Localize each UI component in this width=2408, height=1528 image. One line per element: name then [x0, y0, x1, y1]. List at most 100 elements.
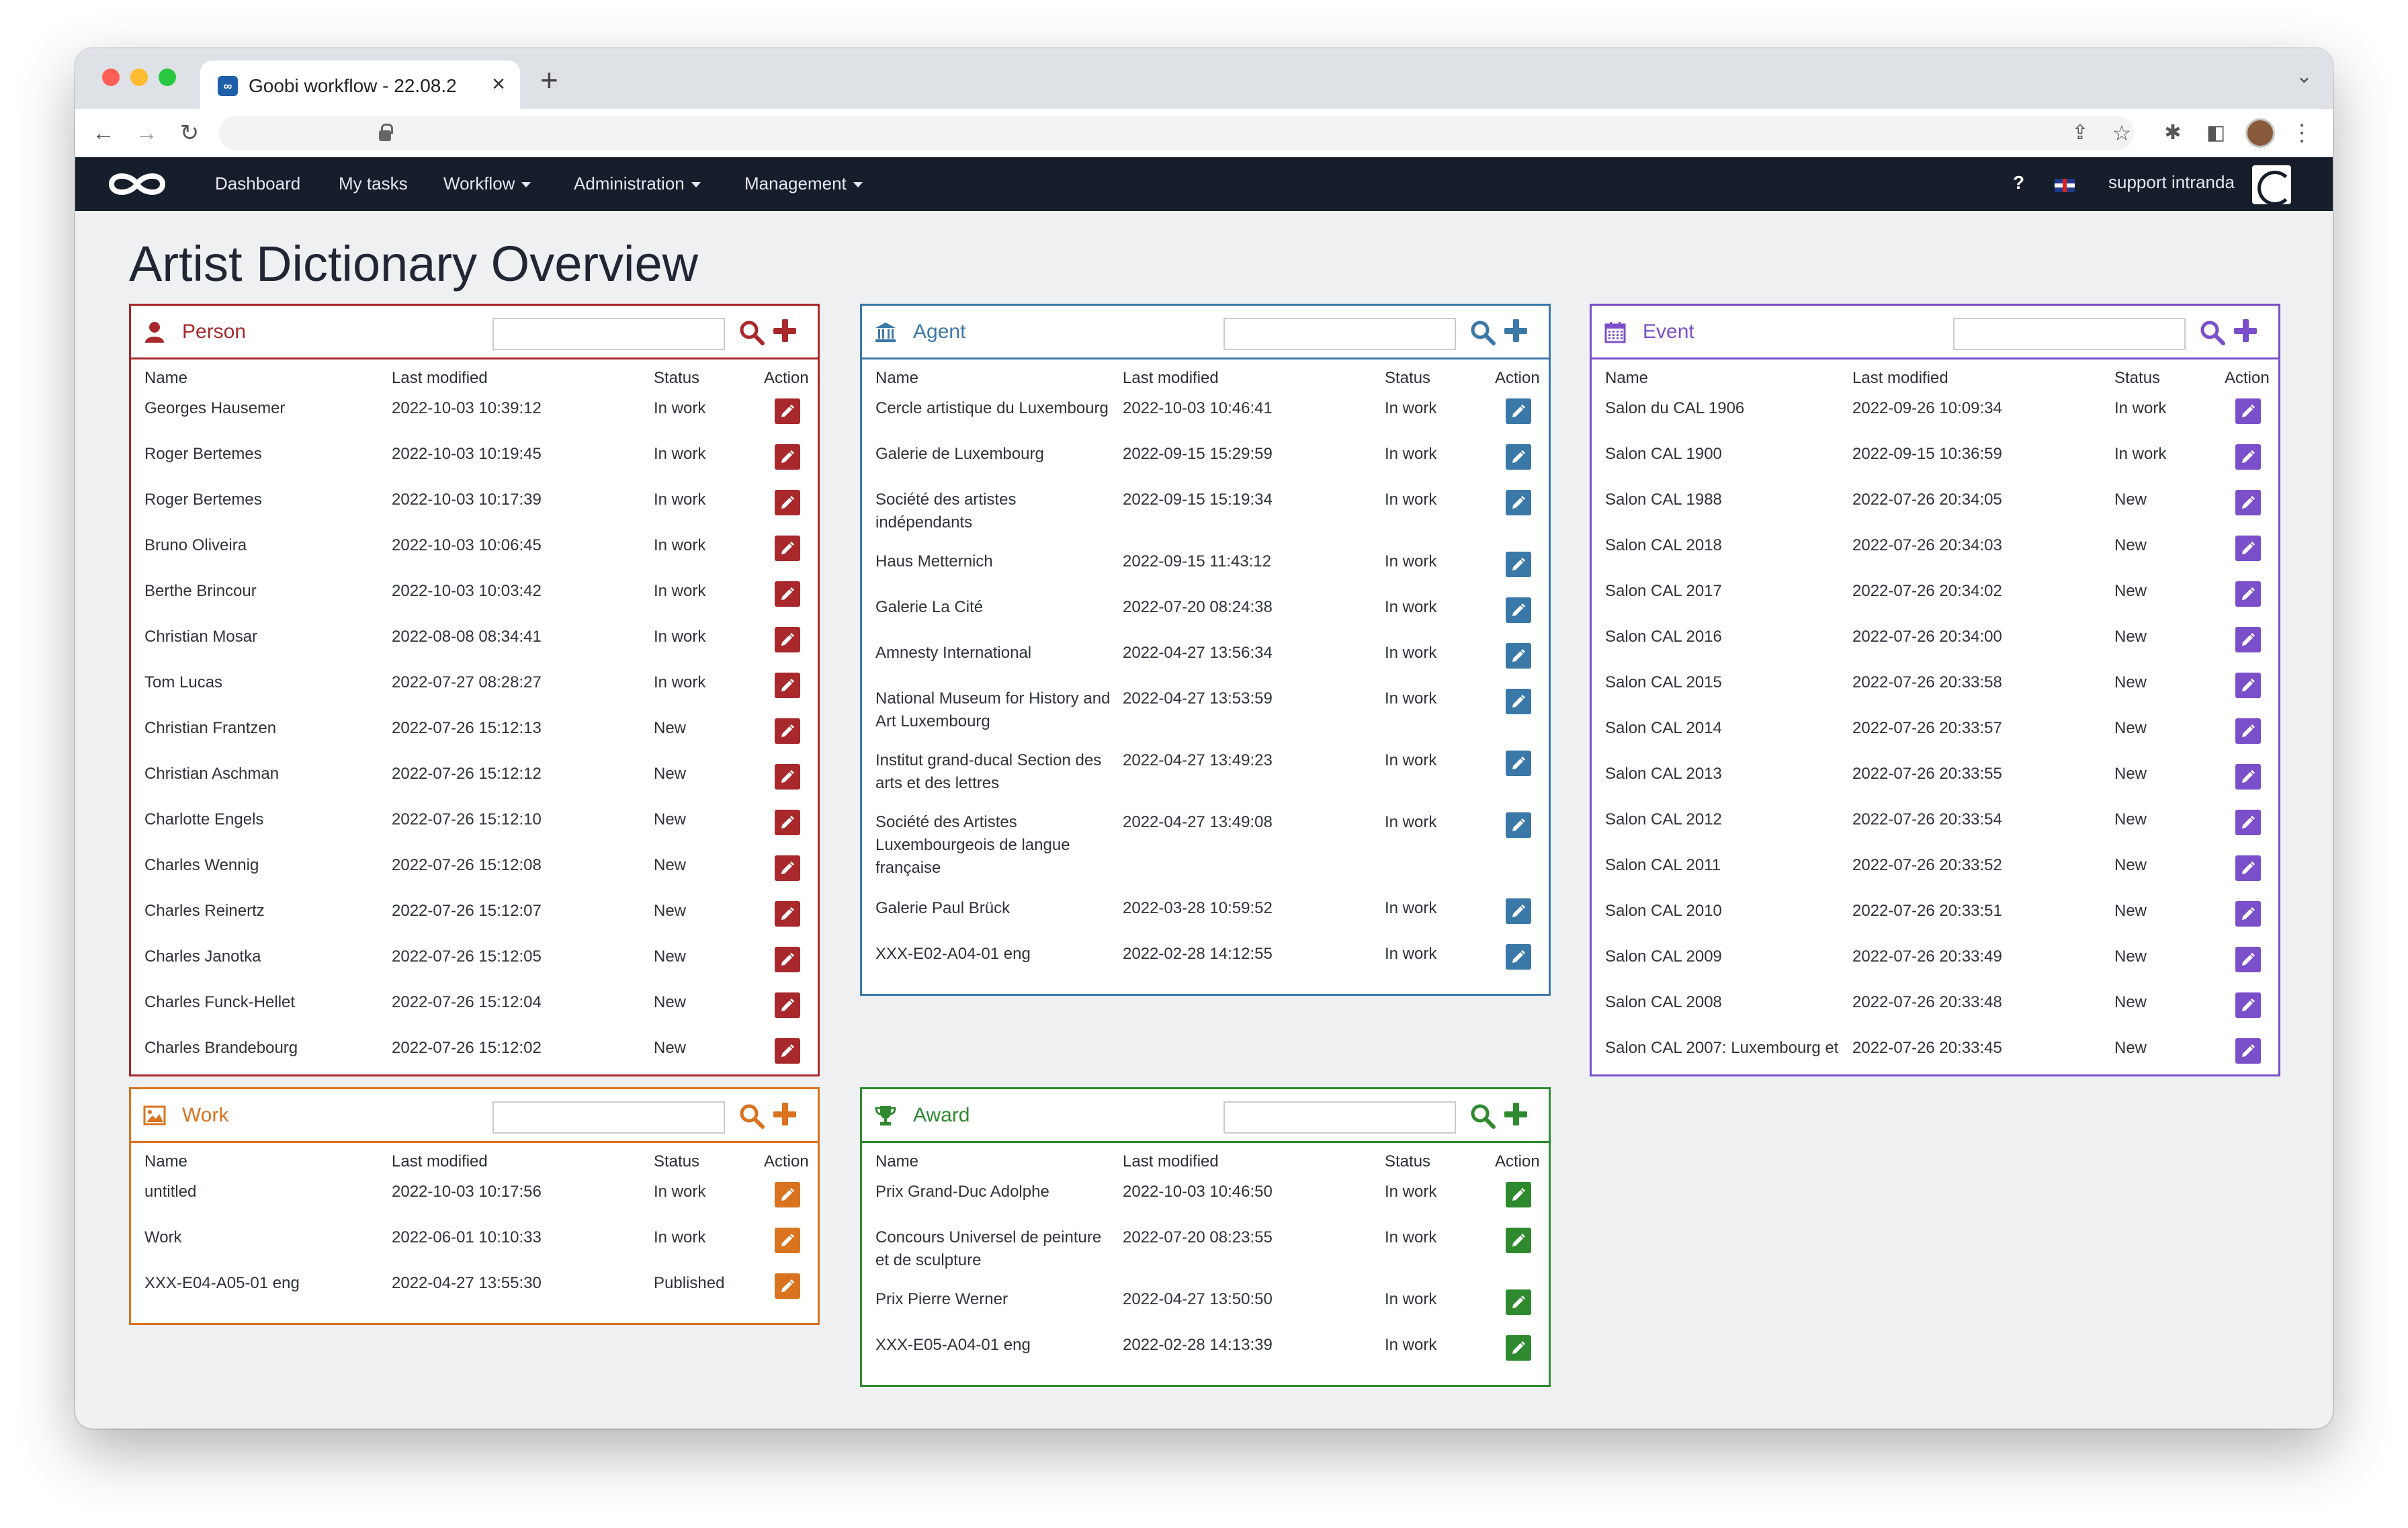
add-icon[interactable]	[1504, 319, 1527, 342]
row-name[interactable]: Salon CAL 2012	[1605, 808, 1722, 831]
side-panel-icon[interactable]: ◧	[2200, 117, 2232, 149]
row-name[interactable]: Salon CAL 1988	[1605, 489, 1722, 511]
edit-pencil-icon[interactable]	[775, 992, 800, 1018]
person-search-input[interactable]	[492, 318, 725, 350]
row-name[interactable]: Salon CAL 2018	[1605, 534, 1722, 557]
row-name[interactable]: XXX-E05-A04-01 eng	[875, 1334, 1031, 1357]
row-name[interactable]: XXX-E02-A04-01 eng	[875, 943, 1031, 966]
row-name[interactable]: Christian Mosar	[144, 626, 257, 648]
uk-flag-icon[interactable]	[2055, 179, 2075, 192]
edit-pencil-icon[interactable]	[1506, 398, 1531, 424]
close-window-button[interactable]	[102, 69, 120, 86]
row-name[interactable]: Société des Artistes Luxembourgeois de l…	[875, 811, 1111, 880]
row-name[interactable]: Cercle artistique du Luxembourg	[875, 397, 1109, 420]
edit-pencil-icon[interactable]	[775, 581, 800, 607]
row-name[interactable]: Charles Wennig	[144, 854, 259, 877]
edit-pencil-icon[interactable]	[1506, 1289, 1531, 1315]
search-icon[interactable]	[1469, 319, 1496, 346]
nav-workflow-dropdown[interactable]: Workflow	[443, 173, 531, 194]
edit-pencil-icon[interactable]	[1506, 1335, 1531, 1361]
row-name[interactable]: Salon CAL 2007: Luxembourg et	[1605, 1037, 1838, 1060]
add-icon[interactable]	[773, 319, 796, 342]
agent-search-input[interactable]	[1223, 318, 1456, 350]
nav-management-dropdown[interactable]: Management	[744, 173, 863, 194]
edit-pencil-icon[interactable]	[1506, 898, 1531, 924]
new-tab-button[interactable]: +	[540, 62, 558, 98]
row-name[interactable]: Christian Frantzen	[144, 717, 276, 740]
search-icon[interactable]	[1469, 1103, 1496, 1130]
row-name[interactable]: Salon CAL 2017	[1605, 580, 1722, 603]
row-name[interactable]: Haus Metternich	[875, 550, 993, 573]
nav-administration-dropdown[interactable]: Administration	[574, 173, 701, 194]
row-name[interactable]: Concours Universel de peinture et de scu…	[875, 1226, 1111, 1272]
edit-pencil-icon[interactable]	[1506, 490, 1531, 515]
tab-search-chevron-icon[interactable]: ⌄	[2296, 65, 2313, 88]
edit-pencil-icon[interactable]	[775, 1038, 800, 1064]
edit-pencil-icon[interactable]	[2235, 673, 2261, 698]
row-name[interactable]: Société des artistes indépendants	[875, 489, 1111, 534]
row-name[interactable]: Roger Bertemes	[144, 489, 262, 511]
maximize-window-button[interactable]	[159, 69, 176, 86]
edit-pencil-icon[interactable]	[775, 1182, 800, 1207]
edit-pencil-icon[interactable]	[2235, 581, 2261, 607]
row-name[interactable]: National Museum for History and Art Luxe…	[875, 687, 1111, 733]
row-name[interactable]: Salon CAL 2015	[1605, 671, 1722, 694]
edit-pencil-icon[interactable]	[2235, 718, 2261, 744]
edit-pencil-icon[interactable]	[775, 947, 800, 972]
edit-pencil-icon[interactable]	[1506, 597, 1531, 623]
edit-pencil-icon[interactable]	[1506, 552, 1531, 577]
edit-pencil-icon[interactable]	[775, 718, 800, 744]
row-name[interactable]: Charlotte Engels	[144, 808, 263, 831]
edit-pencil-icon[interactable]	[2235, 444, 2261, 470]
row-name[interactable]: Galerie Paul Brück	[875, 897, 1010, 920]
edit-pencil-icon[interactable]	[1506, 944, 1531, 970]
award-search-input[interactable]	[1223, 1101, 1456, 1134]
row-name[interactable]: Bruno Oliveira	[144, 534, 247, 557]
event-search-input[interactable]	[1953, 318, 2186, 350]
row-name[interactable]: Salon CAL 1900	[1605, 443, 1722, 466]
browser-profile-avatar[interactable]	[2245, 118, 2275, 148]
edit-pencil-icon[interactable]	[775, 901, 800, 927]
row-name[interactable]: Salon CAL 2008	[1605, 991, 1722, 1014]
row-name[interactable]: Galerie La Cité	[875, 596, 983, 619]
row-name[interactable]: Georges Hausemer	[144, 397, 285, 420]
edit-pencil-icon[interactable]	[775, 673, 800, 698]
edit-pencil-icon[interactable]	[775, 855, 800, 881]
edit-pencil-icon[interactable]	[2235, 536, 2261, 561]
edit-pencil-icon[interactable]	[1506, 1228, 1531, 1253]
row-name[interactable]: untitled	[144, 1181, 196, 1203]
edit-pencil-icon[interactable]	[775, 536, 800, 561]
reload-icon[interactable]: ↻	[173, 117, 206, 149]
row-name[interactable]: Galerie de Luxembourg	[875, 443, 1044, 466]
edit-pencil-icon[interactable]	[2235, 810, 2261, 835]
edit-pencil-icon[interactable]	[775, 764, 800, 790]
add-icon[interactable]	[773, 1103, 796, 1126]
row-name[interactable]: Salon CAL 2016	[1605, 626, 1722, 648]
user-name[interactable]: support intranda	[2108, 172, 2235, 193]
extensions-puzzle-icon[interactable]: ✱	[2157, 117, 2189, 149]
browser-tab[interactable]: ∞ Goobi workflow - 22.08.2 ×	[200, 60, 520, 109]
add-icon[interactable]	[2234, 319, 2257, 342]
edit-pencil-icon[interactable]	[2235, 764, 2261, 790]
edit-pencil-icon[interactable]	[1506, 689, 1531, 714]
row-name[interactable]: Charles Brandebourg	[144, 1037, 298, 1060]
goobi-logo-icon[interactable]	[105, 168, 169, 200]
edit-pencil-icon[interactable]	[2235, 490, 2261, 515]
edit-pencil-icon[interactable]	[2235, 855, 2261, 881]
tab-close-icon[interactable]: ×	[492, 71, 505, 97]
edit-pencil-icon[interactable]	[775, 444, 800, 470]
row-name[interactable]: Charles Janotka	[144, 945, 261, 968]
edit-pencil-icon[interactable]	[775, 627, 800, 652]
user-avatar[interactable]	[2252, 165, 2291, 204]
edit-pencil-icon[interactable]	[2235, 901, 2261, 927]
row-name[interactable]: Salon CAL 2010	[1605, 900, 1722, 923]
edit-pencil-icon[interactable]	[1506, 812, 1531, 838]
work-search-input[interactable]	[492, 1101, 725, 1134]
nav-dashboard[interactable]: Dashboard	[215, 173, 300, 194]
row-name[interactable]: Christian Aschman	[144, 763, 279, 786]
row-name[interactable]: Salon CAL 2009	[1605, 945, 1722, 968]
row-name[interactable]: Salon du CAL 1906	[1605, 397, 1744, 420]
address-bar[interactable]: ⇪ ☆	[219, 116, 2134, 151]
edit-pencil-icon[interactable]	[2235, 627, 2261, 652]
search-icon[interactable]	[2199, 319, 2226, 346]
